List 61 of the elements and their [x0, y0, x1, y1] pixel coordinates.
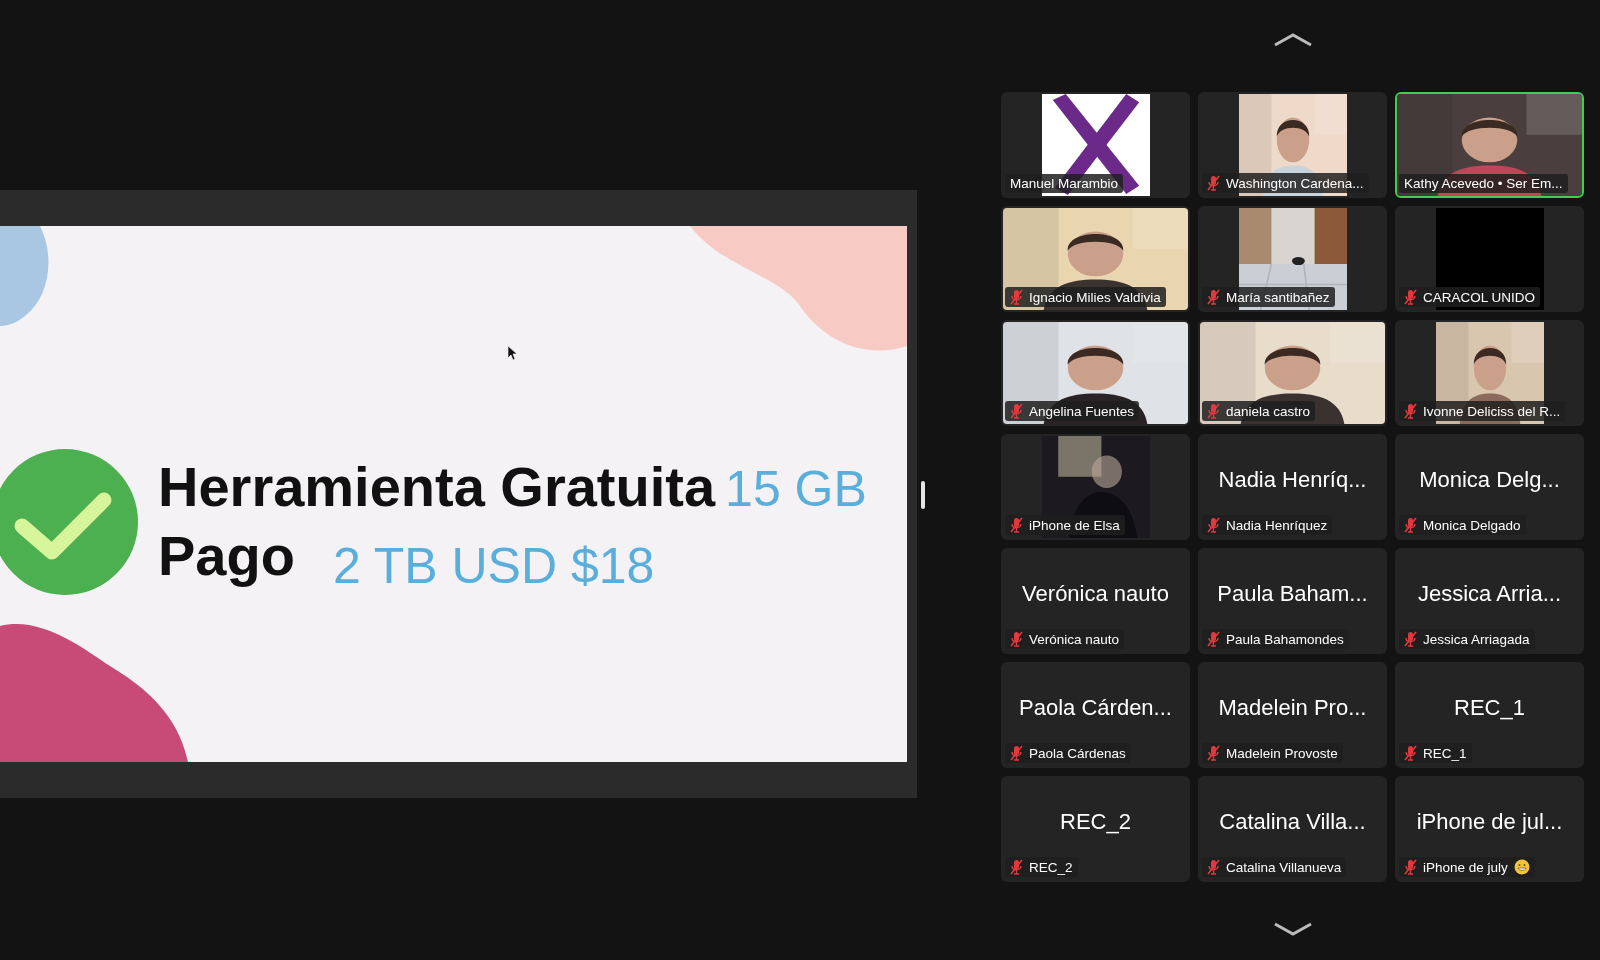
participant-tile[interactable]: CARACOL UNIDO	[1395, 206, 1584, 312]
participant-tile[interactable]: Monica Delg... Monica Delgado	[1395, 434, 1584, 540]
participant-tile[interactable]: Ivonne Deliciss del R...	[1395, 320, 1584, 426]
participant-label: Angelina Fuentes	[1029, 403, 1135, 419]
participant-name: iPhone de jul...	[1416, 809, 1563, 835]
participant-tile[interactable]: iPhone de jul... iPhone de july	[1395, 776, 1584, 882]
participant-tile[interactable]: Paula Baham... Paula Bahamondes	[1198, 548, 1387, 654]
participant-name: REC_2	[1060, 809, 1131, 835]
chevron-down-icon[interactable]	[1272, 922, 1313, 936]
participant-label: iPhone de july	[1423, 859, 1508, 875]
participant-tile[interactable]: daniela castro	[1198, 320, 1387, 426]
participant-name: Verónica nauto	[1022, 581, 1169, 607]
participant-tile[interactable]: iPhone de Elsa	[1001, 434, 1190, 540]
participant-tile[interactable]: Angelina Fuentes	[1001, 320, 1190, 426]
slide-price: 2 TB USD $18	[332, 537, 655, 595]
participant-label: Manuel Marambio	[1010, 176, 1119, 191]
participant-label: Paula Bahamondes	[1226, 631, 1344, 647]
participant-label: iPhone de Elsa	[1029, 517, 1120, 533]
cursor-icon	[508, 346, 517, 360]
participant-tile[interactable]: Jessica Arria... Jessica Arriagada	[1395, 548, 1584, 654]
participant-tile[interactable]: Paola Cárden... Paola Cárdenas	[1001, 662, 1190, 768]
participant-tile[interactable]: Washington Cardena...	[1198, 92, 1387, 198]
participant-tile[interactable]: Ignacio Milies Valdivia	[1001, 206, 1190, 312]
participant-label: Ignacio Milies Valdivia	[1029, 289, 1161, 305]
participant-label: Washington Cardena...	[1226, 175, 1364, 191]
participant-tile[interactable]: Nadia Henríq... Nadia Henríquez	[1198, 434, 1387, 540]
participant-tile[interactable]: Kathy Acevedo • Ser Em...	[1395, 92, 1584, 198]
participant-name: Nadia Henríq...	[1218, 467, 1367, 493]
participant-name: Jessica Arria...	[1417, 581, 1561, 607]
slide-title: Herramienta Gratuita	[158, 454, 716, 519]
participant-label: CARACOL UNIDO	[1423, 289, 1535, 305]
chevron-up-icon[interactable]	[1272, 33, 1313, 47]
participant-name: Paola Cárden...	[1019, 695, 1172, 721]
participant-tile[interactable]: REC_1 REC_1	[1395, 662, 1584, 768]
participant-label: Paola Cárdenas	[1029, 745, 1126, 761]
participant-tile[interactable]: María santibañez	[1198, 206, 1387, 312]
participant-label: Catalina Villanueva	[1226, 859, 1342, 875]
participant-label: REC_2	[1029, 859, 1073, 875]
participant-tile[interactable]: Manuel Marambio	[1001, 92, 1190, 198]
participant-label: Jessica Arriagada	[1423, 631, 1530, 647]
participant-label: María santibañez	[1226, 289, 1330, 305]
participant-tile[interactable]: Catalina Villa... Catalina Villanueva	[1198, 776, 1387, 882]
participant-label: daniela castro	[1226, 403, 1311, 419]
participant-label: REC_1	[1423, 745, 1467, 761]
participant-name: Madelein Pro...	[1218, 695, 1367, 721]
participant-tile[interactable]: Madelein Pro... Madelein Provoste	[1198, 662, 1387, 768]
participant-name: REC_1	[1454, 695, 1525, 721]
participant-tile[interactable]: Verónica nauto Verónica nauto	[1001, 548, 1190, 654]
participant-label: Kathy Acevedo • Ser Em...	[1404, 176, 1563, 191]
participant-tile[interactable]: REC_2 REC_2	[1001, 776, 1190, 882]
participant-name: Paula Baham...	[1217, 581, 1368, 607]
participant-label: Nadia Henríquez	[1226, 517, 1328, 533]
slide-subtitle: Pago	[158, 523, 295, 588]
participant-label: Monica Delgado	[1423, 517, 1521, 533]
participant-name: Catalina Villa...	[1219, 809, 1366, 835]
participant-name: Monica Delg...	[1419, 467, 1560, 493]
participant-label: Ivonne Deliciss del R...	[1423, 403, 1561, 419]
slide-value: 15 GB	[725, 460, 867, 518]
resize-handle[interactable]	[921, 481, 925, 509]
participant-label: Verónica nauto	[1029, 631, 1120, 647]
participant-label: Madelein Provoste	[1226, 745, 1338, 761]
